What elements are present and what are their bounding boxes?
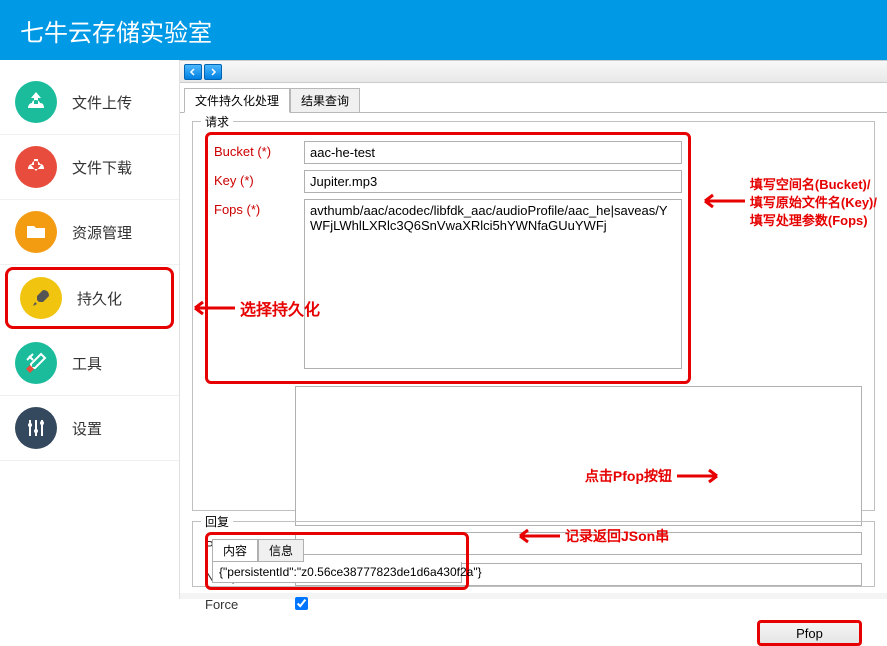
- key-label: Key (*): [214, 170, 294, 188]
- arrow-left-icon: [185, 298, 235, 318]
- arrow-right-icon: [677, 466, 727, 486]
- sidebar-item-label: 设置: [72, 418, 102, 439]
- sidebar-item-persist[interactable]: 持久化: [5, 267, 174, 329]
- arrow-left-icon: [695, 191, 745, 211]
- annotation-fill-hints: 填写空间名(Bucket)/ 填写原始文件名(Key)/ 填写处理参数(Fops…: [750, 176, 877, 230]
- title-bar: 七牛云存储实验室: [0, 0, 887, 60]
- tab-bar: 文件持久化处理 结果查询: [180, 83, 887, 113]
- sidebar-item-label: 工具: [72, 353, 102, 374]
- response-tab-content[interactable]: 内容: [212, 539, 258, 562]
- rocket-icon: [20, 277, 62, 319]
- bucket-input[interactable]: [304, 141, 682, 164]
- request-legend: 请求: [201, 113, 233, 130]
- forward-button[interactable]: [204, 64, 222, 80]
- upload-icon: [15, 81, 57, 123]
- sidebar-item-download[interactable]: 文件下载: [0, 135, 179, 200]
- response-legend: 回复: [201, 513, 233, 530]
- arrow-left-icon: [510, 526, 560, 546]
- sidebar-item-resources[interactable]: 资源管理: [0, 200, 179, 265]
- sidebar: 文件上传 文件下载 资源管理 持久化 工具: [0, 60, 180, 599]
- sliders-icon: [15, 407, 57, 449]
- sidebar-item-label: 文件下载: [72, 157, 132, 178]
- force-label: Force: [205, 594, 285, 612]
- sidebar-item-upload[interactable]: 文件上传: [0, 70, 179, 135]
- tab-result-query[interactable]: 结果查询: [290, 88, 360, 113]
- annotation-click-pfop: 点击Pfop按钮: [585, 466, 727, 486]
- download-icon: [15, 146, 57, 188]
- main-panel: 文件持久化处理 结果查询 请求 Bucket (*) Key (*): [180, 60, 887, 599]
- back-button[interactable]: [184, 64, 202, 80]
- fops-extended-input[interactable]: [295, 386, 862, 526]
- sidebar-item-label: 持久化: [77, 288, 122, 309]
- response-highlight: 内容 信息 {"persistentId":"z0.56ce38777823de…: [205, 532, 469, 590]
- pfop-button[interactable]: Pfop: [757, 620, 862, 646]
- tools-icon: [15, 342, 57, 384]
- response-tab-info[interactable]: 信息: [258, 539, 304, 562]
- folder-icon: [15, 211, 57, 253]
- fops-label: Fops (*): [214, 199, 294, 217]
- response-content: {"persistentId":"z0.56ce38777823de1d6a43…: [212, 562, 462, 583]
- key-input[interactable]: [304, 170, 682, 193]
- required-fields-highlight: Bucket (*) Key (*) Fops (*) avthumb/aac/…: [205, 132, 691, 384]
- annotation-record-json: 记录返回JSon串: [510, 526, 669, 546]
- annotation-select-persist: 选择持久化: [185, 296, 320, 320]
- sidebar-item-settings[interactable]: 设置: [0, 396, 179, 461]
- force-checkbox[interactable]: [295, 597, 308, 610]
- sidebar-item-tools[interactable]: 工具: [0, 331, 179, 396]
- sidebar-item-label: 文件上传: [72, 92, 132, 113]
- sidebar-item-label: 资源管理: [72, 222, 132, 243]
- fops-input[interactable]: avthumb/aac/acodec/libfdk_aac/audioProfi…: [304, 199, 682, 369]
- fops-spacer: [205, 386, 285, 389]
- bucket-label: Bucket (*): [214, 141, 294, 159]
- tab-persist-process[interactable]: 文件持久化处理: [184, 88, 290, 113]
- window-controls: [180, 61, 887, 83]
- app-title: 七牛云存储实验室: [20, 13, 212, 48]
